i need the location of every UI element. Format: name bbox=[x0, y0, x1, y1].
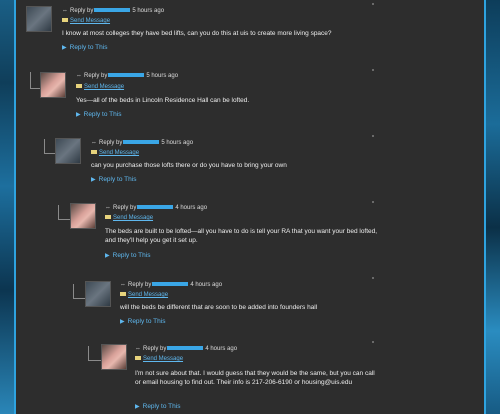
divider-dot bbox=[372, 201, 374, 203]
reply-by-label: Reply by bbox=[70, 8, 94, 14]
comment-text: I know at most colleges they have bed li… bbox=[62, 30, 332, 37]
comment-meta: ⇔ Reply by 4 hours ago bbox=[105, 205, 208, 211]
reply-to-this-link[interactable]: ▶ Reply to This bbox=[120, 318, 165, 326]
reply-to-this-link[interactable]: ▶ Reply to This bbox=[62, 44, 107, 52]
send-message-link[interactable]: Send Message bbox=[135, 355, 183, 363]
envelope-icon bbox=[62, 18, 68, 23]
divider-dot bbox=[372, 3, 374, 5]
background-right bbox=[486, 0, 500, 414]
avatar[interactable] bbox=[101, 344, 127, 370]
author-name-link[interactable] bbox=[167, 346, 204, 351]
triangle-right-icon: ▶ bbox=[62, 45, 67, 51]
divider-dot bbox=[372, 135, 374, 137]
author-name-link[interactable] bbox=[152, 282, 189, 287]
send-message-link[interactable]: Send Message bbox=[76, 83, 124, 91]
divider-dot bbox=[372, 69, 374, 71]
author-name-link[interactable] bbox=[108, 73, 145, 78]
timestamp: 5 hours ago bbox=[132, 8, 165, 14]
comment-text: will the beds be different that are soon… bbox=[120, 304, 318, 311]
thread-line bbox=[88, 346, 101, 361]
link-icon: ⇔ bbox=[62, 8, 68, 14]
envelope-icon bbox=[135, 356, 141, 361]
avatar[interactable] bbox=[85, 281, 111, 307]
envelope-icon bbox=[91, 150, 97, 155]
send-message-link[interactable]: Send Message bbox=[120, 291, 168, 299]
divider-dot bbox=[372, 277, 374, 279]
comment-meta: ⇔ Reply by 5 hours ago bbox=[91, 140, 194, 146]
author-name-link[interactable] bbox=[94, 8, 131, 13]
author-name-link[interactable] bbox=[123, 140, 160, 145]
comment-meta: ⇔ Reply by 5 hours ago bbox=[76, 73, 179, 79]
comment-meta: ⇔ Reply by 4 hours ago bbox=[135, 346, 238, 352]
reply-to-this-link[interactable]: ▶ Reply to This bbox=[135, 403, 180, 411]
link-icon: ⇔ bbox=[105, 205, 111, 211]
avatar[interactable] bbox=[55, 138, 81, 164]
avatar[interactable] bbox=[70, 203, 96, 229]
triangle-right-icon: ▶ bbox=[135, 404, 140, 410]
avatar[interactable] bbox=[40, 72, 66, 98]
comment-meta: ⇔ Reply by 4 hours ago bbox=[120, 282, 223, 288]
link-icon: ⇔ bbox=[91, 140, 97, 146]
comment-text: Yes—all of the beds in Lincoln Residence… bbox=[76, 97, 250, 104]
comment-text: The beds are built to be lofted—all you … bbox=[105, 228, 378, 244]
reply-to-this-link[interactable]: ▶ Reply to This bbox=[76, 111, 121, 119]
background-left bbox=[0, 0, 14, 414]
triangle-right-icon: ▶ bbox=[76, 112, 81, 118]
envelope-icon bbox=[105, 215, 111, 220]
link-icon: ⇔ bbox=[76, 73, 82, 79]
triangle-right-icon: ▶ bbox=[120, 319, 125, 325]
send-message-link[interactable]: Send Message bbox=[62, 17, 110, 25]
comment-meta: ⇔ Reply by 5 hours ago bbox=[62, 7, 164, 15]
send-message-link[interactable]: Send Message bbox=[105, 214, 153, 222]
send-message-link[interactable]: Send Message bbox=[91, 149, 139, 157]
author-name-link[interactable] bbox=[137, 205, 174, 210]
link-icon: ⇔ bbox=[120, 282, 126, 288]
triangle-right-icon: ▶ bbox=[91, 177, 96, 183]
comment-text: can you purchase those lofts there or do… bbox=[91, 162, 287, 169]
avatar[interactable] bbox=[26, 6, 52, 32]
reply-to-this-link[interactable]: ▶ Reply to This bbox=[105, 252, 150, 260]
comment-text: I'm not sure about that. I would guess t… bbox=[135, 370, 375, 386]
thread-line bbox=[44, 139, 55, 154]
panel-border-right bbox=[484, 0, 486, 414]
triangle-right-icon: ▶ bbox=[105, 253, 110, 259]
link-icon: ⇔ bbox=[135, 346, 141, 352]
reply-to-this-link[interactable]: ▶ Reply to This bbox=[91, 176, 136, 184]
divider-dot bbox=[372, 341, 374, 343]
envelope-icon bbox=[120, 292, 126, 297]
envelope-icon bbox=[76, 84, 82, 89]
